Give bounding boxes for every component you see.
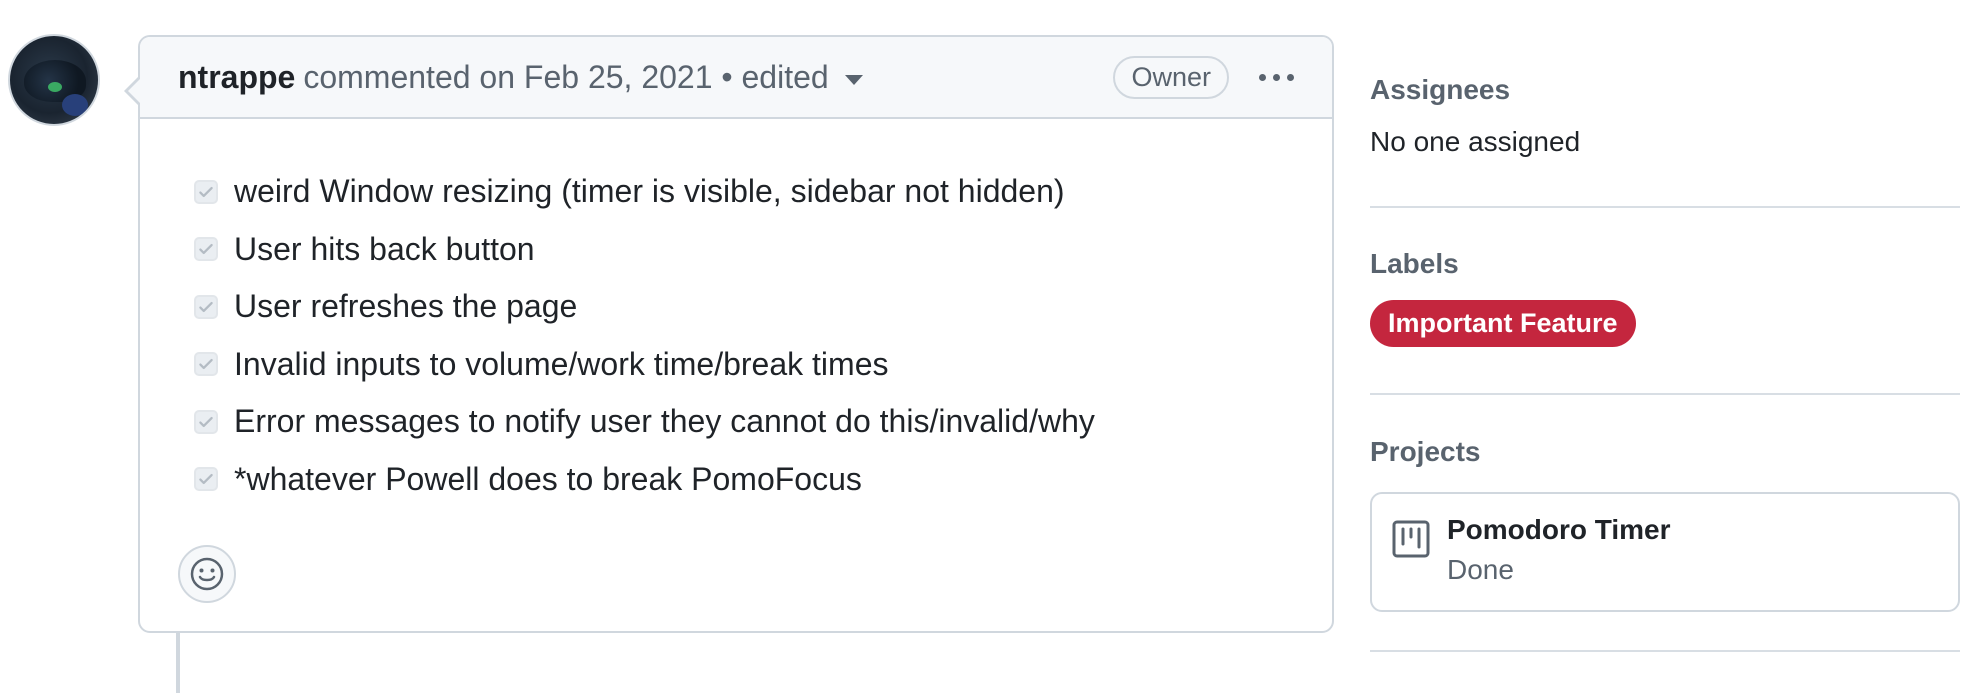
task-label: weird Window resizing (timer is visible,… — [234, 173, 1065, 210]
task-list: weird Window resizing (timer is visible,… — [194, 163, 1095, 508]
checkbox-checked-icon[interactable] — [194, 294, 218, 319]
divider — [1370, 650, 1960, 652]
comment-box: ntrappe commented on Feb 25, 2021 • edit… — [124, 35, 1334, 633]
task-label: Error messages to notify user they canno… — [234, 403, 1095, 440]
checkbox-checked-icon[interactable] — [194, 352, 218, 377]
label-important-feature[interactable]: Important Feature — [1370, 300, 1636, 347]
assignees-heading[interactable]: Assignees — [1370, 74, 1960, 106]
project-board-icon — [1392, 520, 1430, 558]
comment-meta: commented on Feb 25, 2021 • edited — [303, 58, 829, 95]
checkbox-checked-icon[interactable] — [194, 409, 218, 434]
project-name[interactable]: Pomodoro Timer — [1447, 514, 1671, 546]
avatar[interactable] — [8, 34, 100, 126]
task-label: Invalid inputs to volume/work time/break… — [234, 345, 889, 382]
task-label: User refreshes the page — [234, 288, 578, 325]
projects-section: Projects — [1370, 436, 1960, 468]
task-item: *whatever Powell does to break PomoFocus — [194, 451, 1095, 509]
labels-section: Labels Important Feature — [1370, 248, 1960, 347]
kebab-icon[interactable] — [1257, 66, 1296, 89]
assignees-value: No one assigned — [1370, 126, 1581, 157]
owner-badge: Owner — [1113, 55, 1229, 99]
avatar-image-detail — [62, 94, 88, 116]
task-item: Invalid inputs to volume/work time/break… — [194, 336, 1095, 394]
task-label: User hits back button — [234, 230, 535, 267]
smiley-icon — [190, 557, 224, 591]
comment-author[interactable]: ntrappe — [178, 59, 295, 96]
divider — [1370, 393, 1960, 395]
task-item: User hits back button — [194, 221, 1095, 279]
checkbox-checked-icon[interactable] — [194, 179, 218, 204]
projects-heading[interactable]: Projects — [1370, 436, 1960, 468]
task-item: Error messages to notify user they canno… — [194, 393, 1095, 451]
timeline-line — [176, 633, 180, 693]
checkbox-checked-icon[interactable] — [194, 467, 218, 492]
task-item: weird Window resizing (timer is visible,… — [194, 163, 1095, 221]
task-item: User refreshes the page — [194, 278, 1095, 336]
project-card[interactable]: Pomodoro Timer Done — [1370, 492, 1960, 612]
assignees-section: Assignees No one assigned — [1370, 74, 1960, 158]
checkbox-checked-icon[interactable] — [194, 237, 218, 262]
add-reaction-button[interactable] — [178, 545, 236, 603]
chevron-down-icon[interactable] — [844, 75, 863, 85]
avatar-image-highlight — [48, 82, 62, 92]
task-label: *whatever Powell does to break PomoFocus — [234, 460, 862, 497]
divider — [1370, 206, 1960, 208]
labels-list: Important Feature — [1370, 300, 1960, 347]
project-status: Done — [1447, 554, 1514, 585]
labels-heading[interactable]: Labels — [1370, 248, 1960, 280]
comment-header: ntrappe commented on Feb 25, 2021 • edit… — [140, 37, 1332, 119]
